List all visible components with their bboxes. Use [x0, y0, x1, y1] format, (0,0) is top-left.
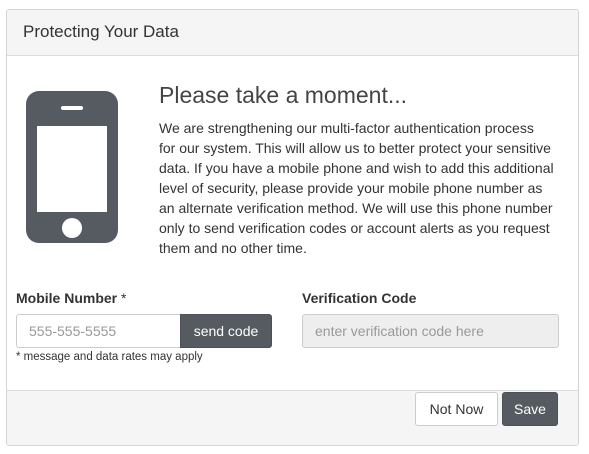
phone-screen [37, 126, 107, 212]
rates-disclaimer: * message and data rates may apply [16, 351, 203, 363]
send-code-button[interactable]: send code [180, 314, 272, 348]
mobile-phone-icon [26, 91, 118, 243]
not-now-button[interactable]: Not Now [415, 392, 498, 426]
verification-code-label: Verification Code [302, 290, 417, 306]
phone-speaker [61, 106, 83, 110]
mobile-number-label: Mobile Number * [16, 290, 126, 306]
required-marker: * [121, 290, 127, 306]
intro-text: We are strengthening our multi-factor au… [159, 120, 554, 256]
page-heading: Please take a moment... [159, 82, 408, 108]
mobile-number-label-text: Mobile Number [16, 290, 118, 306]
save-button[interactable]: Save [502, 392, 558, 426]
verification-code-input[interactable] [302, 314, 559, 348]
mobile-number-input[interactable] [16, 314, 181, 348]
phone-home-button [62, 218, 82, 238]
panel-header: Protecting Your Data [7, 10, 578, 56]
mobile-phone-illustration [26, 91, 118, 243]
panel-title: Protecting Your Data [23, 22, 179, 41]
